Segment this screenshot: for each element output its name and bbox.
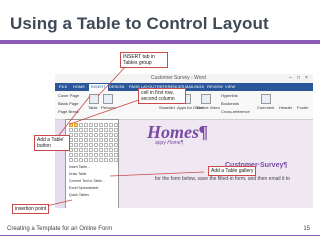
cell-callout: cell in first row, second column xyxy=(138,88,186,104)
insert-tab-callout: INSERT tab in Tables group xyxy=(120,52,168,68)
add-table-gallery-callout: Add a Table gallery xyxy=(208,166,257,176)
add-table-button-callout: Add a Table' button xyxy=(34,135,70,151)
insertion-point-callout: insertion point xyxy=(12,204,50,214)
footer-text: Creating a Template for an Online Form xyxy=(7,226,113,232)
page-number: 15 xyxy=(303,226,310,232)
footer-divider xyxy=(0,235,320,236)
